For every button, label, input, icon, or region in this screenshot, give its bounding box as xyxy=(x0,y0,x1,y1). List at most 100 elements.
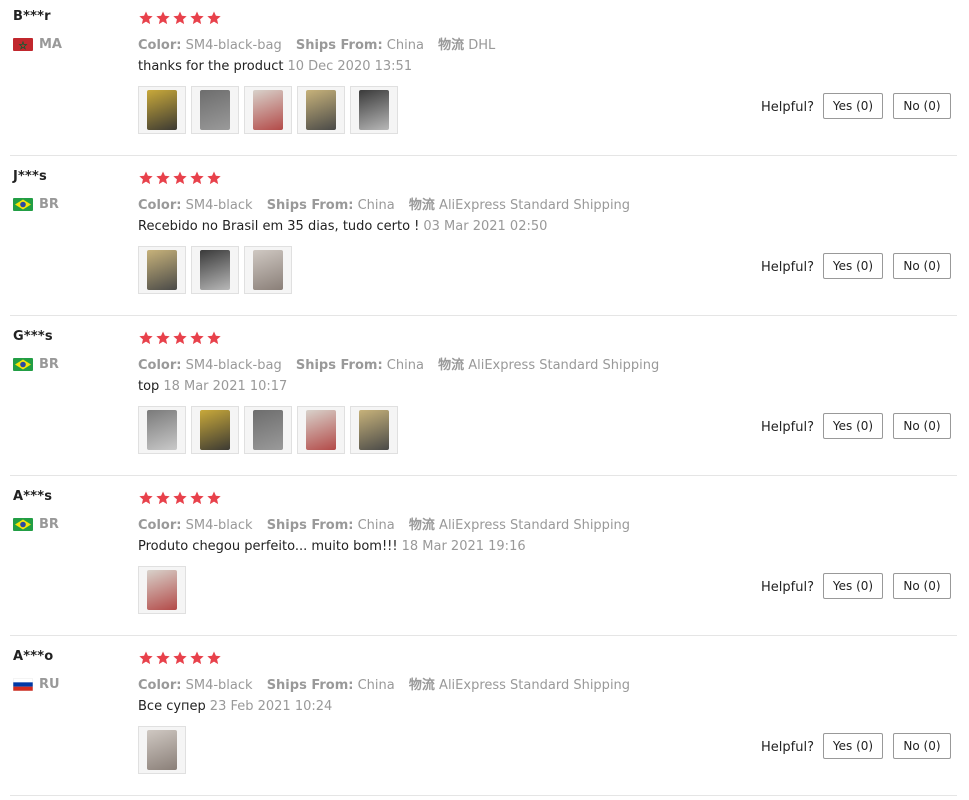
star-icon xyxy=(172,650,188,666)
reviewer-country: RU xyxy=(13,676,60,692)
color-label: Color: xyxy=(138,518,182,533)
brazil-flag-icon xyxy=(13,197,33,211)
helpful-no-button[interactable]: No (0) xyxy=(893,253,951,279)
review-photos xyxy=(138,726,186,774)
logistics-value: AliExpress Standard Shipping xyxy=(468,358,660,373)
star-icon xyxy=(172,330,188,346)
helpful-no-button[interactable]: No (0) xyxy=(893,573,951,599)
color-value: SM4-black-bag xyxy=(185,38,282,53)
helpful-no-button[interactable]: No (0) xyxy=(893,93,951,119)
review-photo-thumbnail[interactable] xyxy=(297,86,345,134)
helpful-vote: Helpful? Yes (0) No (0) xyxy=(761,733,951,759)
review-content: Все супер 23 Feb 2021 10:24 xyxy=(138,699,332,714)
helpful-yes-button[interactable]: Yes (0) xyxy=(823,733,883,759)
review-photo-thumbnail[interactable] xyxy=(138,246,186,294)
review-photo-thumbnail[interactable] xyxy=(244,86,292,134)
order-info: Color: SM4-black-bag Ships From: China 物… xyxy=(138,354,669,373)
color-label: Color: xyxy=(138,358,182,373)
star-rating xyxy=(138,650,222,666)
star-icon xyxy=(155,490,171,506)
review-date: 10 Dec 2020 13:51 xyxy=(287,59,413,74)
review-photo-thumbnail[interactable] xyxy=(191,86,239,134)
order-info: Color: SM4-black-bag Ships From: China 物… xyxy=(138,34,505,53)
star-icon xyxy=(138,10,154,26)
review-photos xyxy=(138,406,398,454)
review-item: B***r MA Color: SM4-black-bag Ships From: … xyxy=(0,0,969,160)
reviewer-country: BR xyxy=(13,516,59,532)
ships-from-label: Ships From: xyxy=(266,198,354,213)
review-photo-thumbnail[interactable] xyxy=(138,86,186,134)
review-date: 18 Mar 2021 19:16 xyxy=(401,539,526,554)
russia-flag-icon xyxy=(13,677,33,691)
review-date: 03 Mar 2021 02:50 xyxy=(423,219,548,234)
star-rating xyxy=(138,330,222,346)
brazil-flag-icon xyxy=(13,357,33,371)
logistics-value: AliExpress Standard Shipping xyxy=(439,678,631,693)
logistics-label: 物流 xyxy=(438,358,465,373)
ships-from-label: Ships From: xyxy=(295,38,383,53)
star-icon xyxy=(138,170,154,186)
helpful-label: Helpful? xyxy=(761,99,814,115)
star-icon xyxy=(206,330,222,346)
review-content: Produto chegou perfeito... muito bom!!! 1… xyxy=(138,539,526,554)
helpful-label: Helpful? xyxy=(761,419,814,435)
review-photos xyxy=(138,246,292,294)
star-icon xyxy=(155,170,171,186)
review-item: A***s BR Color: SM4-black Ships From: Chin… xyxy=(0,480,969,640)
star-icon xyxy=(189,490,205,506)
star-icon xyxy=(206,650,222,666)
review-photo-thumbnail[interactable] xyxy=(350,86,398,134)
review-content: Recebido no Brasil em 35 dias, tudo cert… xyxy=(138,219,547,234)
helpful-label: Helpful? xyxy=(761,579,814,595)
star-icon xyxy=(206,170,222,186)
review-divider xyxy=(10,155,957,156)
helpful-vote: Helpful? Yes (0) No (0) xyxy=(761,413,951,439)
review-photo-thumbnail[interactable] xyxy=(244,406,292,454)
review-photo-thumbnail[interactable] xyxy=(138,566,186,614)
helpful-yes-button[interactable]: Yes (0) xyxy=(823,253,883,279)
helpful-vote: Helpful? Yes (0) No (0) xyxy=(761,93,951,119)
review-photo-thumbnail[interactable] xyxy=(191,246,239,294)
logistics-label: 物流 xyxy=(408,198,435,213)
star-icon xyxy=(138,490,154,506)
review-photos xyxy=(138,86,398,134)
reviewer-name: G***s xyxy=(13,329,53,344)
review-photo-thumbnail[interactable] xyxy=(191,406,239,454)
logistics-label: 物流 xyxy=(438,38,465,53)
star-icon xyxy=(189,650,205,666)
review-divider xyxy=(10,795,957,796)
country-code: BR xyxy=(39,516,59,532)
ships-from-value: China xyxy=(386,358,424,373)
review-photo-thumbnail[interactable] xyxy=(138,726,186,774)
star-icon xyxy=(138,650,154,666)
review-photo-thumbnail[interactable] xyxy=(350,406,398,454)
star-rating xyxy=(138,10,222,26)
helpful-yes-button[interactable]: Yes (0) xyxy=(823,93,883,119)
review-item: G***s BR Color: SM4-black-bag Ships From: … xyxy=(0,320,969,480)
country-code: MA xyxy=(39,36,62,52)
brazil-flag-icon xyxy=(13,517,33,531)
helpful-yes-button[interactable]: Yes (0) xyxy=(823,573,883,599)
helpful-yes-button[interactable]: Yes (0) xyxy=(823,413,883,439)
review-item: A***o RU Color: SM4-black Ships From: Chin… xyxy=(0,640,969,800)
reviewer-country: MA xyxy=(13,36,62,52)
star-icon xyxy=(189,330,205,346)
country-code: BR xyxy=(39,356,59,372)
star-icon xyxy=(155,650,171,666)
color-value: SM4-black xyxy=(185,518,253,533)
review-text: Все супер xyxy=(138,699,206,714)
star-icon xyxy=(138,330,154,346)
reviewer-name: A***o xyxy=(13,649,54,664)
review-photo-thumbnail[interactable] xyxy=(244,246,292,294)
reviewer-country: BR xyxy=(13,356,59,372)
helpful-no-button[interactable]: No (0) xyxy=(893,413,951,439)
logistics-value: DHL xyxy=(468,38,496,53)
review-photo-thumbnail[interactable] xyxy=(297,406,345,454)
review-photos xyxy=(138,566,186,614)
review-content: thanks for the product 10 Dec 2020 13:51 xyxy=(138,59,412,74)
review-photo-thumbnail[interactable] xyxy=(138,406,186,454)
review-date: 18 Mar 2021 10:17 xyxy=(163,379,288,394)
color-label: Color: xyxy=(138,678,182,693)
review-text: top xyxy=(138,379,160,394)
helpful-no-button[interactable]: No (0) xyxy=(893,733,951,759)
